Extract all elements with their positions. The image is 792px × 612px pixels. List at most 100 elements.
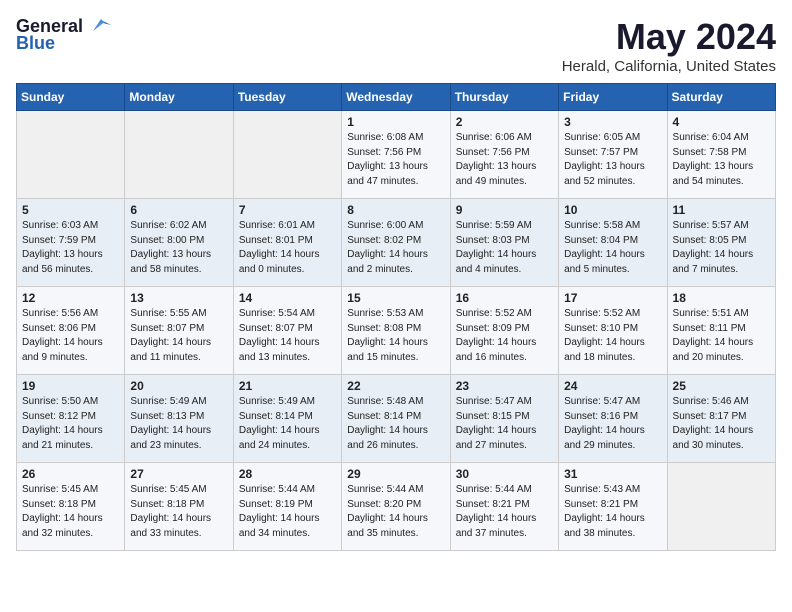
calendar-cell: 16 Sunrise: 5:52 AM Sunset: 8:09 PM Dayli…: [450, 287, 558, 375]
day-number: 2: [456, 115, 553, 129]
calendar-cell: 11 Sunrise: 5:57 AM Sunset: 8:05 PM Dayli…: [667, 199, 775, 287]
day-info: Sunrise: 5:49 AM Sunset: 8:13 PM Dayligh…: [130, 395, 227, 453]
day-info: Sunrise: 5:58 AM Sunset: 8:04 PM Dayligh…: [564, 219, 661, 277]
calendar-header: SundayMondayTuesdayWednesdayThursdayFrid…: [17, 84, 776, 111]
calendar-cell: 15 Sunrise: 5:53 AM Sunset: 8:08 PM Dayli…: [342, 287, 450, 375]
calendar-cell: 5 Sunrise: 6:03 AM Sunset: 7:59 PM Daylig…: [17, 199, 125, 287]
day-info: Sunrise: 5:51 AM Sunset: 8:11 PM Dayligh…: [673, 307, 770, 365]
day-info: Sunrise: 5:57 AM Sunset: 8:05 PM Dayligh…: [673, 219, 770, 277]
calendar-cell: 9Sunrise: 5:59 AM Sunset: 8:03 PM Daylig…: [450, 199, 558, 287]
calendar-cell: 20 Sunrise: 5:49 AM Sunset: 8:13 PM Dayli…: [125, 375, 233, 463]
day-number: 22: [347, 379, 444, 393]
day-info: Sunrise: 6:01 AM Sunset: 8:01 PM Dayligh…: [239, 219, 336, 277]
day-of-week-header: Friday: [559, 84, 667, 111]
day-number: 23: [456, 379, 553, 393]
day-number: 24: [564, 379, 661, 393]
day-info: Sunrise: 5:43 AM Sunset: 8:21 PM Dayligh…: [564, 483, 661, 541]
calendar-cell: 18 Sunrise: 5:51 AM Sunset: 8:11 PM Dayli…: [667, 287, 775, 375]
day-info: Sunrise: 5:45 AM Sunset: 8:18 PM Dayligh…: [22, 483, 119, 541]
calendar-cell: [667, 463, 775, 551]
day-number: 31: [564, 467, 661, 481]
logo-blue: Blue: [16, 33, 55, 54]
calendar-cell: 17 Sunrise: 5:52 AM Sunset: 8:10 PM Dayli…: [559, 287, 667, 375]
day-number: 6: [130, 203, 227, 217]
day-number: 19: [22, 379, 119, 393]
day-info: Sunrise: 6:03 AM Sunset: 7:59 PM Dayligh…: [22, 219, 119, 277]
day-number: 29: [347, 467, 444, 481]
day-info: Sunrise: 5:44 AM Sunset: 8:19 PM Dayligh…: [239, 483, 336, 541]
day-number: 1: [347, 115, 444, 129]
calendar-location: Herald, California, United States: [562, 58, 776, 75]
day-number: 13: [130, 291, 227, 305]
calendar-body: 1 Sunrise: 6:08 AM Sunset: 7:56 PM Daylig…: [17, 111, 776, 551]
day-number: 27: [130, 467, 227, 481]
day-number: 14: [239, 291, 336, 305]
calendar-cell: 25Sunrise: 5:46 AM Sunset: 8:17 PM Dayli…: [667, 375, 775, 463]
calendar-title: May 2024: [562, 16, 776, 58]
calendar-cell: 1 Sunrise: 6:08 AM Sunset: 7:56 PM Daylig…: [342, 111, 450, 199]
day-number: 21: [239, 379, 336, 393]
day-of-week-header: Monday: [125, 84, 233, 111]
calendar-cell: 24 Sunrise: 5:47 AM Sunset: 8:16 PM Dayli…: [559, 375, 667, 463]
day-number: 28: [239, 467, 336, 481]
calendar-cell: 6 Sunrise: 6:02 AM Sunset: 8:00 PM Daylig…: [125, 199, 233, 287]
calendar-cell: [233, 111, 341, 199]
day-info: Sunrise: 5:52 AM Sunset: 8:10 PM Dayligh…: [564, 307, 661, 365]
calendar-cell: 31 Sunrise: 5:43 AM Sunset: 8:21 PM Dayli…: [559, 463, 667, 551]
day-number: 10: [564, 203, 661, 217]
calendar-table: SundayMondayTuesdayWednesdayThursdayFrid…: [16, 83, 776, 551]
day-number: 20: [130, 379, 227, 393]
day-info: Sunrise: 5:50 AM Sunset: 8:12 PM Dayligh…: [22, 395, 119, 453]
day-info: Sunrise: 6:05 AM Sunset: 7:57 PM Dayligh…: [564, 131, 661, 189]
day-of-week-header: Thursday: [450, 84, 558, 111]
day-info: Sunrise: 5:44 AM Sunset: 8:21 PM Dayligh…: [456, 483, 553, 541]
day-of-week-header: Saturday: [667, 84, 775, 111]
day-info: Sunrise: 5:44 AM Sunset: 8:20 PM Dayligh…: [347, 483, 444, 541]
day-info: Sunrise: 5:55 AM Sunset: 8:07 PM Dayligh…: [130, 307, 227, 365]
day-info: Sunrise: 6:08 AM Sunset: 7:56 PM Dayligh…: [347, 131, 444, 189]
day-info: Sunrise: 5:47 AM Sunset: 8:16 PM Dayligh…: [564, 395, 661, 453]
day-info: Sunrise: 6:06 AM Sunset: 7:56 PM Dayligh…: [456, 131, 553, 189]
day-number: 11: [673, 203, 770, 217]
calendar-cell: 21 Sunrise: 5:49 AM Sunset: 8:14 PM Dayli…: [233, 375, 341, 463]
day-number: 7: [239, 203, 336, 217]
calendar-cell: 23Sunrise: 5:47 AM Sunset: 8:15 PM Dayli…: [450, 375, 558, 463]
day-number: 18: [673, 291, 770, 305]
day-of-week-header: Tuesday: [233, 84, 341, 111]
day-info: Sunrise: 5:45 AM Sunset: 8:18 PM Dayligh…: [130, 483, 227, 541]
calendar-cell: 4Sunrise: 6:04 AM Sunset: 7:58 PM Daylig…: [667, 111, 775, 199]
calendar-cell: 22 Sunrise: 5:48 AM Sunset: 8:14 PM Dayli…: [342, 375, 450, 463]
calendar-cell: 3 Sunrise: 6:05 AM Sunset: 7:57 PM Daylig…: [559, 111, 667, 199]
day-number: 15: [347, 291, 444, 305]
day-info: Sunrise: 5:49 AM Sunset: 8:14 PM Dayligh…: [239, 395, 336, 453]
calendar-cell: 27 Sunrise: 5:45 AM Sunset: 8:18 PM Dayli…: [125, 463, 233, 551]
calendar-cell: 7 Sunrise: 6:01 AM Sunset: 8:01 PM Daylig…: [233, 199, 341, 287]
day-info: Sunrise: 5:46 AM Sunset: 8:17 PM Dayligh…: [673, 395, 770, 453]
day-number: 5: [22, 203, 119, 217]
logo-bird-icon: [85, 17, 111, 35]
day-info: Sunrise: 5:48 AM Sunset: 8:14 PM Dayligh…: [347, 395, 444, 453]
calendar-cell: 2 Sunrise: 6:06 AM Sunset: 7:56 PM Daylig…: [450, 111, 558, 199]
day-of-week-header: Sunday: [17, 84, 125, 111]
day-number: 12: [22, 291, 119, 305]
day-info: Sunrise: 5:53 AM Sunset: 8:08 PM Dayligh…: [347, 307, 444, 365]
day-number: 8: [347, 203, 444, 217]
calendar-cell: 19 Sunrise: 5:50 AM Sunset: 8:12 PM Dayli…: [17, 375, 125, 463]
calendar-cell: 13 Sunrise: 5:55 AM Sunset: 8:07 PM Dayli…: [125, 287, 233, 375]
day-number: 3: [564, 115, 661, 129]
day-number: 30: [456, 467, 553, 481]
calendar-cell: 26 Sunrise: 5:45 AM Sunset: 8:18 PM Dayli…: [17, 463, 125, 551]
day-info: Sunrise: 6:02 AM Sunset: 8:00 PM Dayligh…: [130, 219, 227, 277]
calendar-cell: 10 Sunrise: 5:58 AM Sunset: 8:04 PM Dayli…: [559, 199, 667, 287]
calendar-cell: 14Sunrise: 5:54 AM Sunset: 8:07 PM Dayli…: [233, 287, 341, 375]
day-number: 9: [456, 203, 553, 217]
day-info: Sunrise: 5:52 AM Sunset: 8:09 PM Dayligh…: [456, 307, 553, 365]
day-number: 16: [456, 291, 553, 305]
day-info: Sunrise: 6:04 AM Sunset: 7:58 PM Dayligh…: [673, 131, 770, 189]
calendar-cell: [17, 111, 125, 199]
day-number: 26: [22, 467, 119, 481]
calendar-cell: 12Sunrise: 5:56 AM Sunset: 8:06 PM Dayli…: [17, 287, 125, 375]
page-header: General Blue May 2024 Herald, California…: [16, 16, 776, 75]
day-number: 17: [564, 291, 661, 305]
logo: General Blue: [16, 16, 111, 54]
